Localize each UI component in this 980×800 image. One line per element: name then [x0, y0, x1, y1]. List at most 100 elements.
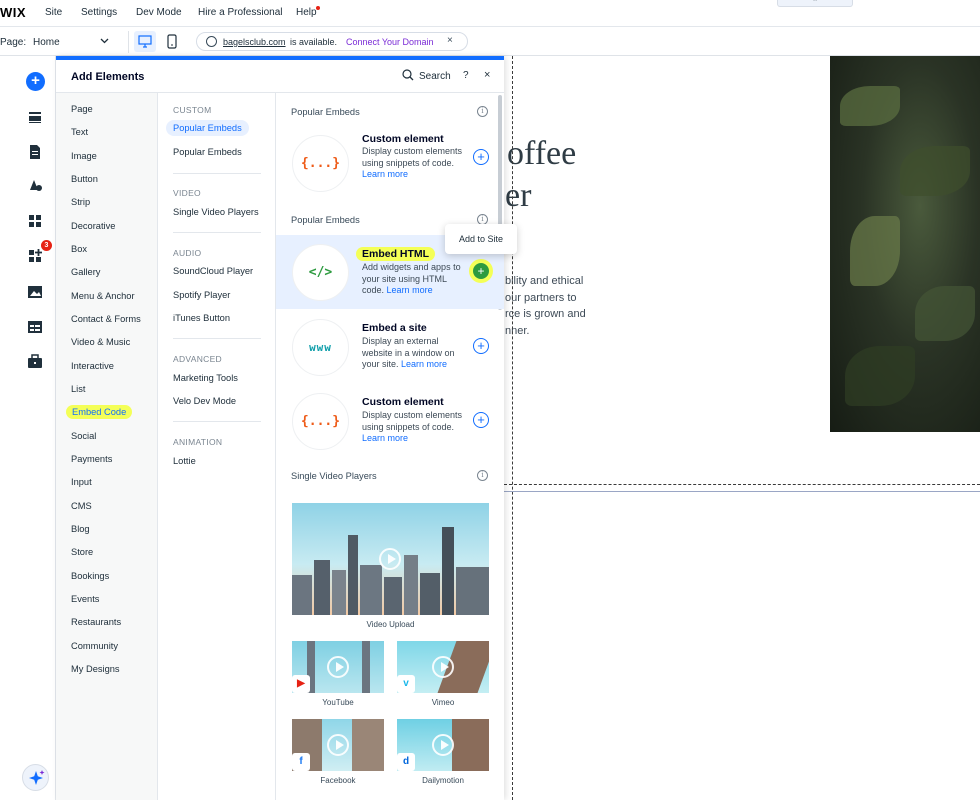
learn-more-link[interactable]: Learn more [362, 433, 408, 443]
menu-help[interactable]: Help [296, 7, 317, 18]
hero-heading-line1[interactable]: offee [507, 135, 576, 173]
domain-name[interactable]: bagelsclub.com [223, 37, 286, 47]
sections-icon[interactable] [26, 108, 44, 126]
menu-dev-mode[interactable]: Dev Mode [136, 7, 182, 18]
domain-banner: bagelsclub.com is available. Connect You… [196, 32, 468, 51]
subcategory-popular-embeds-2[interactable]: Popular Embeds [173, 147, 242, 157]
category-button[interactable]: Button [71, 174, 98, 184]
add-to-site-button[interactable]: + [473, 263, 489, 279]
category-interactive[interactable]: Interactive [71, 361, 114, 371]
category-my-designs[interactable]: My Designs [71, 664, 120, 674]
menu-settings[interactable]: Settings [81, 7, 117, 18]
card-title: Embed HTML [356, 247, 436, 261]
cms-table-icon[interactable] [26, 318, 44, 336]
chevron-down-icon[interactable] [100, 36, 109, 45]
category-decorative[interactable]: Decorative [71, 221, 115, 231]
subcategory-soundcloud[interactable]: SoundCloud Player [173, 266, 253, 276]
category-list[interactable]: List [71, 384, 85, 394]
page-selector[interactable]: Home [33, 37, 60, 48]
category-image[interactable]: Image [71, 151, 97, 161]
add-elements-button[interactable]: + [26, 72, 45, 91]
hero-heading-line2[interactable]: er [505, 177, 531, 215]
add-to-site-button[interactable]: + [473, 338, 489, 354]
card-description: Display custom elements using snippets o… [362, 146, 463, 180]
collapse-topbar-button[interactable]: ⌃ [777, 0, 853, 7]
category-video-music[interactable]: Video & Music [71, 337, 130, 347]
subcategory-velo-dev-mode[interactable]: Velo Dev Mode [173, 396, 236, 406]
category-menu-anchor[interactable]: Menu & Anchor [71, 291, 135, 301]
building-shape [404, 555, 418, 615]
mobile-view-button[interactable] [162, 31, 182, 52]
media-icon[interactable] [26, 283, 44, 301]
subcategory-popular-embeds[interactable]: Popular Embeds [166, 120, 249, 136]
category-restaurants[interactable]: Restaurants [71, 617, 121, 627]
ai-assistant-button[interactable] [22, 764, 49, 791]
apps-grid-icon[interactable] [26, 212, 44, 230]
close-icon[interactable]: × [484, 69, 490, 81]
category-community[interactable]: Community [71, 641, 118, 651]
subcategory-itunes[interactable]: iTunes Button [173, 313, 230, 323]
play-icon [327, 734, 349, 756]
menu-site[interactable]: Site [45, 7, 62, 18]
business-icon[interactable] [26, 353, 44, 371]
custom-element-card-2[interactable]: {...} Custom element Display custom elem… [276, 385, 504, 459]
building-shape [314, 560, 330, 615]
learn-more-link[interactable]: Learn more [362, 169, 408, 179]
coffee-plant-photo[interactable] [830, 56, 980, 432]
play-icon [432, 656, 454, 678]
subcategory-marketing-tools[interactable]: Marketing Tools [173, 373, 238, 383]
subcategory-spotify[interactable]: Spotify Player [173, 290, 230, 300]
menu-hire-professional[interactable]: Hire a Professional [198, 7, 282, 18]
facebook-thumbnail[interactable]: f [292, 719, 384, 771]
category-bookings[interactable]: Bookings [71, 571, 109, 581]
learn-more-link[interactable]: Learn more [387, 285, 433, 295]
help-icon[interactable]: ? [463, 70, 469, 81]
category-gallery[interactable]: Gallery [71, 267, 100, 277]
search-button[interactable]: Search [419, 71, 451, 82]
wix-logo[interactable]: WIX [0, 5, 26, 20]
search-icon[interactable] [402, 69, 414, 81]
vimeo-thumbnail[interactable]: v [397, 641, 489, 693]
category-embed-code[interactable]: Embed Code [66, 405, 133, 419]
category-list: Page Text Image Button Strip Decorative … [56, 93, 158, 800]
building-shape [292, 575, 312, 615]
learn-more-link[interactable]: Learn more [401, 359, 447, 369]
info-icon[interactable]: i [477, 106, 488, 117]
info-icon[interactable]: i [477, 470, 488, 481]
add-to-site-button[interactable]: + [473, 412, 489, 428]
video-upload-thumbnail[interactable] [292, 503, 489, 615]
category-box[interactable]: Box [71, 244, 87, 254]
category-text[interactable]: Text [71, 127, 88, 137]
pages-icon[interactable] [26, 143, 44, 161]
section-divider [173, 338, 261, 339]
category-input[interactable]: Input [71, 477, 92, 487]
custom-element-card[interactable]: {...} Custom element Display custom elem… [276, 129, 504, 203]
add-to-site-button[interactable]: + [473, 149, 489, 165]
embed-site-card[interactable]: www Embed a site Display an external web… [276, 311, 504, 385]
subcategory-single-video-players[interactable]: Single Video Players [173, 207, 259, 217]
app-market-icon[interactable] [26, 247, 44, 265]
category-blog[interactable]: Blog [71, 524, 90, 534]
card-description: Display custom elements using snippets o… [362, 410, 463, 444]
youtube-thumbnail[interactable]: ▶ [292, 641, 384, 693]
desktop-icon [138, 35, 152, 48]
category-events[interactable]: Events [71, 594, 99, 604]
subcategory-lottie[interactable]: Lottie [173, 456, 196, 466]
leaf-shape [840, 86, 900, 126]
category-page[interactable]: Page [71, 104, 93, 114]
play-icon [327, 656, 349, 678]
dailymotion-thumbnail[interactable]: d [397, 719, 489, 771]
desktop-view-button[interactable] [134, 31, 156, 52]
close-icon[interactable]: × [447, 35, 453, 46]
category-social[interactable]: Social [71, 431, 96, 441]
category-store[interactable]: Store [71, 547, 93, 557]
youtube-logo-icon: ▶ [292, 675, 310, 693]
category-cms[interactable]: CMS [71, 501, 92, 511]
section-divider-dashed [504, 484, 980, 485]
theme-icon[interactable] [26, 176, 44, 194]
category-payments[interactable]: Payments [71, 454, 112, 464]
category-contact-forms[interactable]: Contact & Forms [71, 314, 141, 324]
category-strip[interactable]: Strip [71, 197, 90, 207]
body-paragraph[interactable]: bility and ethical our partners to rce i… [505, 273, 600, 339]
connect-domain-link[interactable]: Connect Your Domain [346, 37, 434, 47]
